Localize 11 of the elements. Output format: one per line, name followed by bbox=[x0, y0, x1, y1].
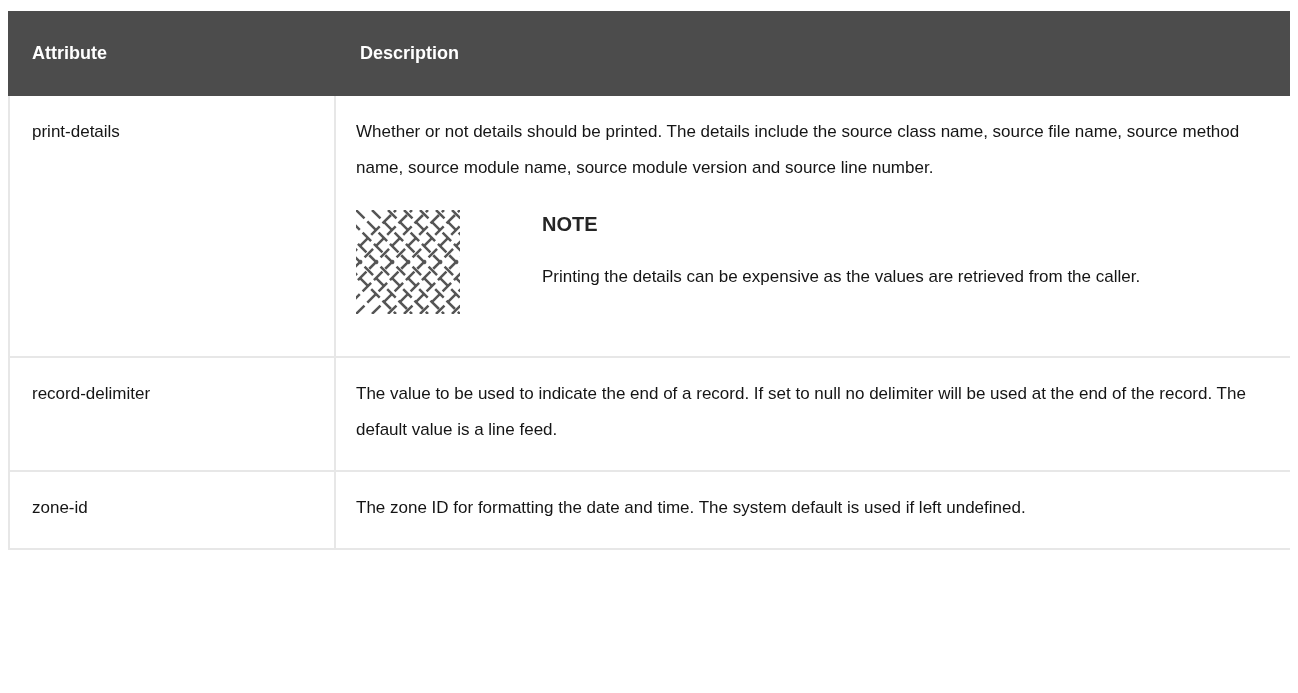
note-pattern-icon bbox=[356, 210, 460, 314]
note-text: Printing the details can be expensive as the values are retrieved from the caller. bbox=[542, 266, 1142, 288]
description-text: Whether or not details should be printed. The details include the source class name, source file name, source method name, source module name, source module version and source line number. bbox=[356, 121, 1241, 179]
note-title: NOTE bbox=[542, 212, 599, 237]
attribute-name: print-details bbox=[32, 122, 120, 141]
attribute-name: record-delimiter bbox=[32, 384, 151, 403]
description-text: The value to be used to indicate the end of a record. If set to null no delimiter will be used at the end of the record. The default value is a line feed. bbox=[356, 383, 1247, 441]
column-header: Description bbox=[359, 42, 460, 65]
column-header: Attribute bbox=[31, 42, 108, 65]
description-text: The zone ID for formatting the date and time. The system default is used if left undefined. bbox=[356, 497, 1027, 519]
attribute-name: zone-id bbox=[32, 498, 88, 517]
